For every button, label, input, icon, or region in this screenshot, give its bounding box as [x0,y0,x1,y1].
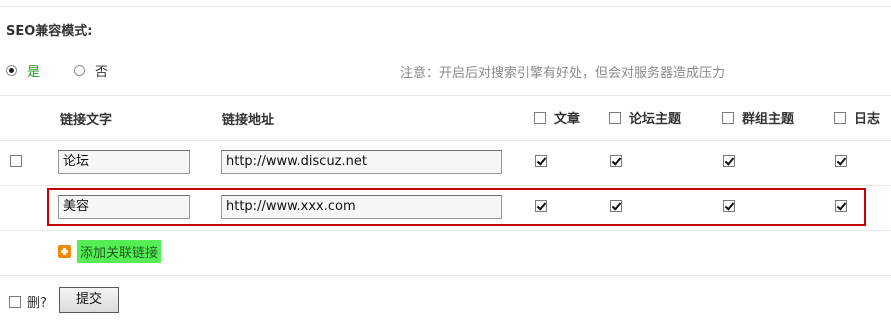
header-group-thread-label: 群组主题 [742,112,795,127]
header-link-url: 链接地址 [222,113,275,128]
header-article-label: 文章 [554,112,581,127]
delete-option: 删? [9,292,47,311]
plus-icon[interactable] [58,244,71,258]
header-blog-checkbox[interactable] [834,111,846,124]
seo-mode-title: SEO兼容模式: [6,24,93,39]
row-1-article-checkbox[interactable] [535,155,547,167]
divider [0,95,891,96]
row-1-link-text-input[interactable]: 论坛 [58,150,190,174]
seo-no-radio[interactable] [74,64,86,76]
add-related-link[interactable]: 添加关联链接 [58,239,162,263]
header-check-blog: 日志 [834,108,880,127]
divider [0,230,891,231]
divider [0,185,891,186]
row-1-blog-checkbox[interactable] [835,155,847,167]
seo-notice-text: 注意：开启后对搜索引擎有好处，但会对服务器造成压力 [400,66,726,81]
seo-yes-label[interactable]: 是 [27,61,40,80]
header-group-thread-checkbox[interactable] [722,111,734,124]
row-1-delete-checkbox[interactable] [10,155,22,167]
seo-no-label[interactable]: 否 [95,61,108,80]
header-link-text: 链接文字 [60,113,113,128]
delete-label: 删? [27,296,47,311]
header-article-checkbox[interactable] [534,111,546,124]
delete-checkbox[interactable] [9,295,21,308]
add-related-link-label[interactable]: 添加关联链接 [77,239,162,263]
seo-yes-radio[interactable] [6,64,17,76]
row-1-group-thread-checkbox[interactable] [723,155,735,167]
divider [0,275,891,276]
row-2-highlight-box [47,188,866,226]
divider [0,140,891,141]
seo-mode-radio-group: 是 否 [6,60,108,80]
top-divider [0,6,891,7]
row-1-forum-thread-checkbox[interactable] [610,155,622,167]
header-check-group-thread: 群组主题 [722,108,794,127]
submit-button[interactable]: 提交 [59,287,119,313]
header-forum-thread-checkbox[interactable] [609,111,621,124]
header-blog-label: 日志 [854,112,881,127]
header-check-forum-thread: 论坛主题 [609,108,681,127]
row-1-link-url-input[interactable]: http://www.discuz.net [221,150,502,174]
header-forum-thread-label: 论坛主题 [629,112,682,127]
header-check-article: 文章 [534,108,580,127]
